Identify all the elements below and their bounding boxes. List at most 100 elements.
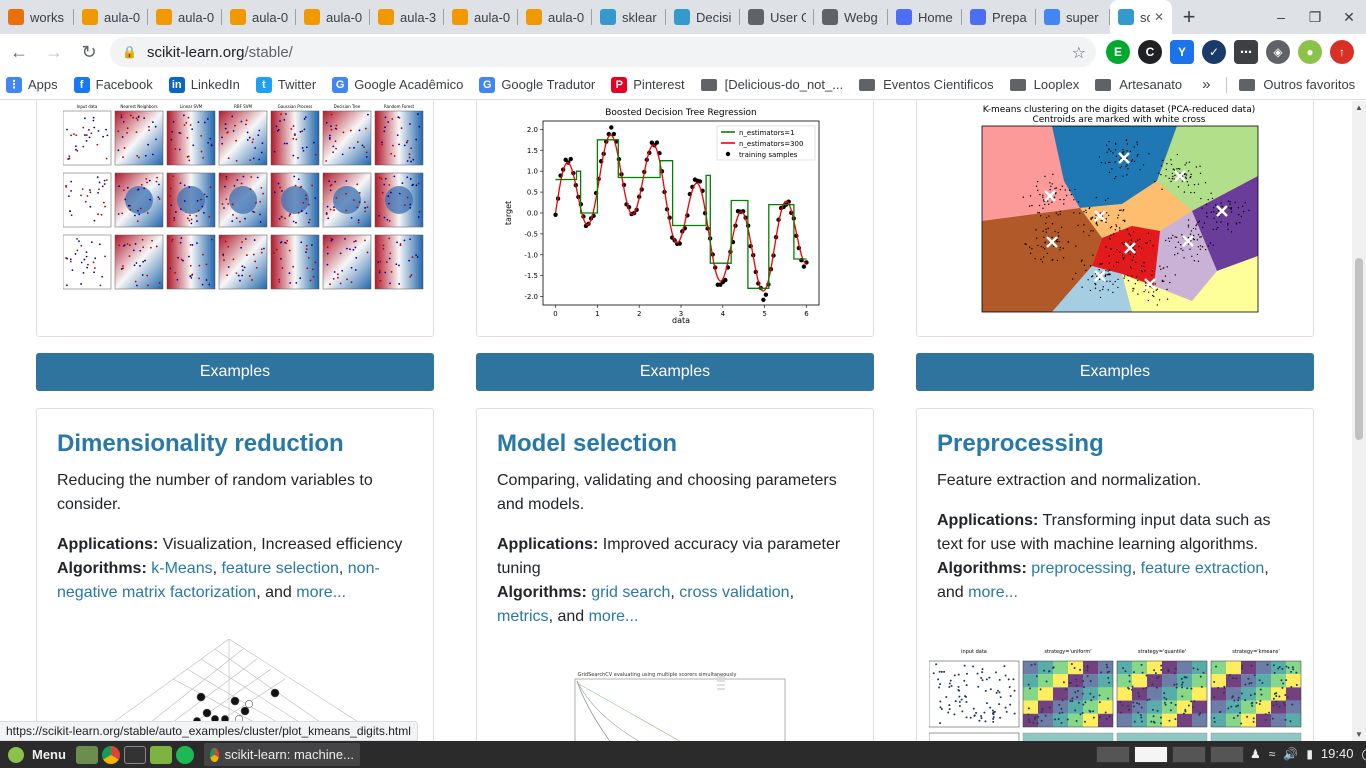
browser-tab[interactable]: Prepa [962, 0, 1036, 34]
show-desktop-icon[interactable] [75, 745, 98, 764]
browser-tab[interactable]: works [0, 0, 74, 34]
algo-link[interactable]: preprocessing [1031, 560, 1132, 577]
bookmark-item[interactable]: Eventos Cientificos [853, 77, 1000, 92]
start-menu-button[interactable]: Menu [0, 746, 74, 763]
shield-icon[interactable]: ◯ [1361, 747, 1366, 761]
examples-button-2[interactable]: Examples [476, 353, 874, 391]
close-tab-icon[interactable]: ✕ [1154, 10, 1164, 24]
bookmark-item[interactable]: Looplex [1004, 77, 1086, 92]
browser-tab[interactable]: aula-0 [296, 0, 370, 34]
scikit-favicon-icon [1118, 9, 1134, 25]
minimize-icon[interactable]: – [1264, 0, 1298, 34]
extension-y-icon[interactable]: Y [1170, 40, 1194, 64]
kmeans-card: K-means clustering on the digits dataset… [916, 101, 1314, 337]
extension-dots-icon[interactable]: ⋯ [1234, 40, 1258, 64]
scroll-down-icon[interactable]: ▼ [1355, 730, 1363, 739]
check-icon[interactable]: ✓ [1202, 40, 1226, 64]
browser-tab[interactable]: aula-0 [444, 0, 518, 34]
workspace-1[interactable] [1096, 746, 1130, 763]
browser-tab-active[interactable]: sc ✕ [1110, 0, 1172, 34]
mint-logo-icon [8, 746, 24, 763]
bookmark-item[interactable]: t Twitter [250, 76, 322, 93]
bookmark-item[interactable]: G Google Tradutor [473, 76, 601, 93]
browser-tab[interactable]: Webg [814, 0, 888, 34]
bookmark-item[interactable]: f Facebook [68, 76, 159, 93]
workspace-2[interactable] [1134, 746, 1168, 763]
examples-button-3[interactable]: Examples [916, 353, 1314, 391]
ytick-label: -2.0 [524, 293, 538, 301]
evernote-icon[interactable]: E [1106, 40, 1130, 64]
tab-strip: works aula-0 aula-0 aula-0 aula-0 aula-3 aula-… [0, 0, 1366, 34]
kmeans-digits-thumbnail[interactable]: K-means clustering on the digits dataset… [977, 103, 1267, 313]
algo-link[interactable]: k-Means [151, 560, 212, 577]
ytick-label: 2.0 [527, 126, 538, 134]
taskbar-window-chrome[interactable]: scikit-learn: machine... [203, 743, 360, 766]
bookmark-item[interactable]: [Delicious-do_not_... [695, 77, 850, 92]
browser-tab[interactable]: aula-0 [74, 0, 148, 34]
lock-icon[interactable]: 🔒 [122, 45, 137, 59]
bookmark-item[interactable]: P Pinterest [605, 76, 690, 93]
vertical-scrollbar[interactable]: ▲ ▼ [1352, 101, 1366, 741]
scrollbar-thumb[interactable] [1355, 258, 1363, 440]
bookmark-item[interactable]: Artesanato [1089, 77, 1188, 92]
algo-link[interactable]: cross validation [679, 584, 789, 601]
user-icon[interactable]: ♟ [1250, 747, 1261, 761]
scroll-up-icon[interactable]: ▲ [1355, 103, 1363, 112]
more-bookmarks-icon[interactable]: » [1202, 76, 1210, 93]
bookmark-item[interactable]: ⋮ Apps [0, 76, 64, 93]
wifi-icon[interactable]: ≈ [1269, 747, 1276, 761]
chrome-launcher-icon[interactable] [101, 745, 120, 764]
close-window-icon[interactable]: ✕ [1332, 0, 1366, 34]
boosted-regression-thumbnail[interactable]: Boosted Decision Tree Regression data ta… [497, 101, 827, 329]
classifier-column-title: Input data [77, 104, 98, 109]
preprocessing-card: Preprocessing Feature extraction and nor… [916, 408, 1314, 741]
workspace-4[interactable] [1210, 746, 1244, 763]
profile-avatar[interactable]: ● [1298, 40, 1322, 64]
reload-icon[interactable]: ↻ [73, 36, 105, 68]
battery-icon[interactable]: ▮ [1306, 747, 1313, 761]
kbins-discretizer-thumbnail[interactable]: input data strategy='uniform' strategy='qu… [929, 647, 1305, 741]
examples-button-1[interactable]: Examples [36, 353, 434, 391]
card-title[interactable]: Preprocessing [937, 430, 1104, 458]
xtick-label: 4 [721, 310, 726, 318]
browser-tab[interactable]: super [1036, 0, 1110, 34]
algo-link[interactable]: feature selection [221, 560, 338, 577]
algo-link[interactable]: feature extraction [1141, 560, 1265, 577]
new-tab-icon[interactable]: + [1172, 0, 1206, 34]
browser-tab[interactable]: aula-0 [148, 0, 222, 34]
update-icon[interactable]: ↑ [1330, 40, 1354, 64]
other-bookmarks[interactable]: Outros favoritos [1233, 77, 1361, 92]
more-link[interactable]: more... [589, 608, 639, 625]
browser-tab[interactable]: User G [740, 0, 814, 34]
more-link[interactable]: more... [968, 584, 1018, 601]
volume-icon[interactable]: 🔊 [1283, 747, 1298, 761]
classifier-comparison-thumbnail[interactable]: Input data Nearest Neighbors Linear SVM RBF… [63, 103, 427, 293]
algo-link[interactable]: grid search [591, 584, 670, 601]
card-title[interactable]: Model selection [497, 430, 677, 458]
bookmark-item[interactable]: in LinkedIn [163, 76, 246, 93]
bookmark-item[interactable]: G Google Acadêmico [326, 76, 469, 93]
card-title[interactable]: Dimensionality reduction [57, 430, 344, 458]
browser-tab[interactable]: Home [888, 0, 962, 34]
restore-icon[interactable]: ❐ [1298, 0, 1332, 34]
files-icon[interactable] [149, 745, 172, 764]
browser-tab[interactable]: aula-0 [222, 0, 296, 34]
puzzle-icon[interactable]: ◈ [1266, 40, 1290, 64]
workspace-3[interactable] [1172, 746, 1206, 763]
algo-link[interactable]: metrics [497, 608, 549, 625]
browser-tab[interactable]: aula-3 [370, 0, 444, 34]
more-link[interactable]: more... [296, 584, 346, 601]
workspace-switcher[interactable] [1096, 746, 1244, 763]
clock: 19:40 [1320, 746, 1354, 761]
back-icon[interactable]: ← [3, 36, 35, 68]
forward-icon[interactable]: → [38, 36, 70, 68]
browser-tab[interactable]: Decisi [666, 0, 740, 34]
gridsearch-thumbnail[interactable]: GridSearchCV evaluating using multiple s… [537, 671, 797, 741]
extension-c-icon[interactable]: C [1138, 40, 1162, 64]
address-bar[interactable]: 🔒 scikit-learn.org/stable/ ☆ [110, 37, 1096, 67]
browser-tab[interactable]: sklear [592, 0, 666, 34]
spotify-icon[interactable] [175, 745, 194, 764]
terminal-icon[interactable] [123, 745, 146, 764]
browser-tab[interactable]: aula-0 [518, 0, 592, 34]
bookmark-star-icon[interactable]: ☆ [1072, 43, 1086, 63]
